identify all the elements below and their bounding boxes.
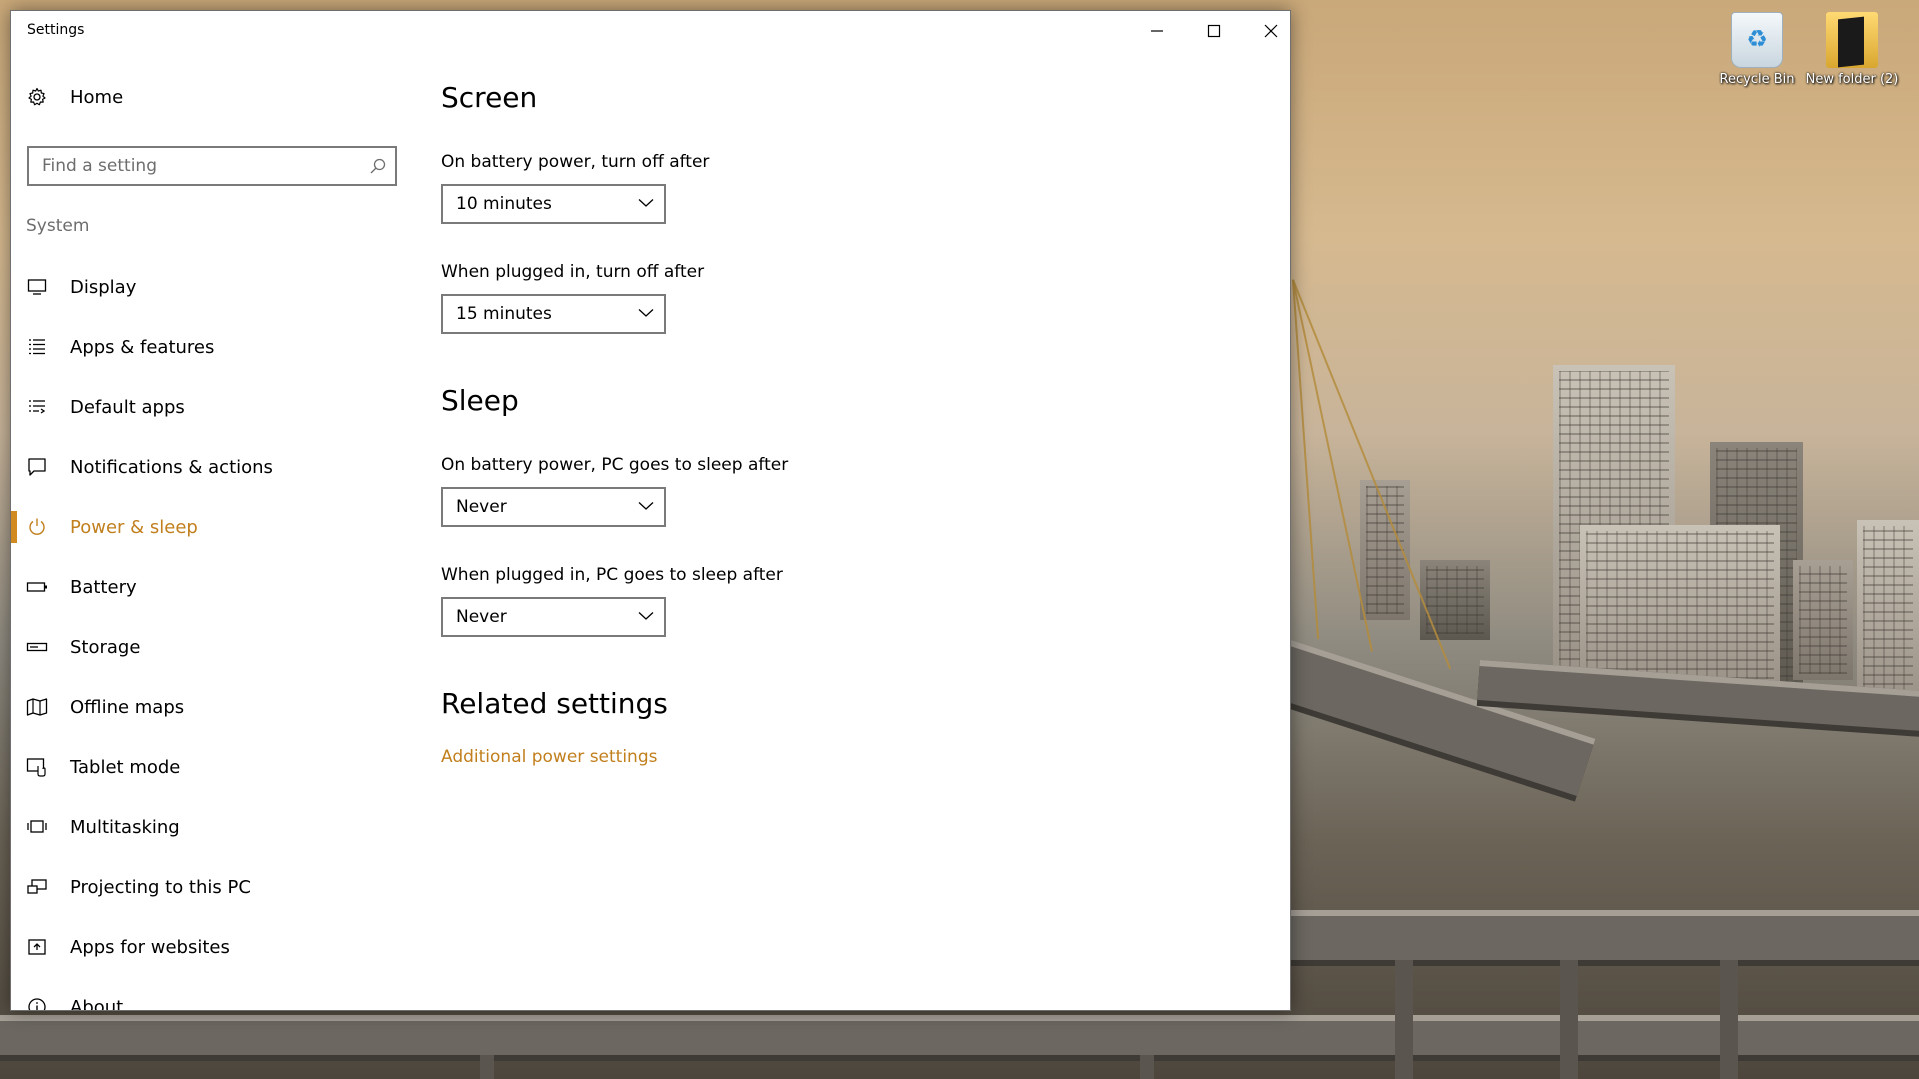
section-title-screen: Screen xyxy=(441,81,538,114)
sidebar-item-label: Display xyxy=(70,276,137,298)
dropdown-value: Never xyxy=(456,607,507,627)
sidebar-item-label: About xyxy=(70,996,124,1011)
sidebar-item-notifications[interactable]: Notifications & actions xyxy=(11,444,416,490)
sidebar-item-default-apps[interactable]: Default apps xyxy=(11,384,416,430)
desktop-icon-new-folder[interactable]: New folder (2) xyxy=(1804,12,1900,87)
wallpaper-pillar xyxy=(1140,1055,1154,1079)
default-apps-icon xyxy=(25,395,49,419)
screen-battery-label: On battery power, turn off after xyxy=(441,152,710,172)
wallpaper-pillar xyxy=(480,1055,494,1079)
section-title-sleep: Sleep xyxy=(441,384,519,417)
info-icon xyxy=(25,995,49,1010)
recycle-bin-icon xyxy=(1731,12,1783,68)
wallpaper-building xyxy=(1580,525,1780,685)
sidebar: Home System Display Apps & features Defa… xyxy=(11,51,416,1010)
sidebar-item-label: Multitasking xyxy=(70,816,180,838)
chevron-down-icon xyxy=(638,502,654,510)
wallpaper-building xyxy=(1793,560,1853,680)
sidebar-item-power-sleep[interactable]: Power & sleep xyxy=(11,504,416,550)
tablet-mode-icon xyxy=(25,755,49,779)
dropdown-value: 15 minutes xyxy=(456,304,552,324)
sidebar-item-about[interactable]: About xyxy=(11,984,416,1011)
screen-plugged-dropdown[interactable]: 15 minutes xyxy=(441,294,666,334)
storage-icon xyxy=(25,635,49,659)
search-box[interactable] xyxy=(27,146,397,186)
sidebar-item-battery[interactable]: Battery xyxy=(11,564,416,610)
sidebar-item-label: Storage xyxy=(70,636,141,658)
chevron-down-icon xyxy=(638,309,654,317)
sleep-battery-label: On battery power, PC goes to sleep after xyxy=(441,455,789,475)
wallpaper-highway xyxy=(1291,910,1919,960)
minimize-button[interactable] xyxy=(1129,11,1185,51)
wallpaper-highway xyxy=(0,1015,1919,1055)
sidebar-item-home[interactable]: Home xyxy=(11,77,416,117)
chevron-down-icon xyxy=(638,612,654,620)
sidebar-item-label: Apps for websites xyxy=(70,936,230,958)
sidebar-group-label: System xyxy=(26,216,90,236)
sidebar-item-apps-features[interactable]: Apps & features xyxy=(11,324,416,370)
wallpaper-pillar xyxy=(1720,960,1738,1079)
monitor-icon xyxy=(25,275,49,299)
settings-window: Settings Home System Display xyxy=(10,10,1291,1011)
sidebar-item-display[interactable]: Display xyxy=(11,264,416,310)
search-input[interactable] xyxy=(29,148,349,184)
sidebar-item-label: Home xyxy=(70,86,124,108)
close-icon xyxy=(1264,24,1278,38)
sidebar-item-multitasking[interactable]: Multitasking xyxy=(11,804,416,850)
wallpaper-building xyxy=(1420,560,1490,640)
window-title: Settings xyxy=(27,22,85,38)
sidebar-item-label: Power & sleep xyxy=(70,516,198,538)
apps-for-websites-icon xyxy=(25,935,49,959)
map-icon xyxy=(25,695,49,719)
search-icon[interactable] xyxy=(369,157,387,175)
folder-icon xyxy=(1826,12,1878,68)
additional-power-settings-link[interactable]: Additional power settings xyxy=(441,747,657,767)
screen-battery-dropdown[interactable]: 10 minutes xyxy=(441,184,666,224)
maximize-button[interactable] xyxy=(1186,11,1242,51)
sidebar-item-label: Tablet mode xyxy=(70,756,181,778)
dropdown-value: 10 minutes xyxy=(456,194,552,214)
dropdown-value: Never xyxy=(456,497,507,517)
sidebar-item-storage[interactable]: Storage xyxy=(11,624,416,670)
battery-icon xyxy=(25,575,49,599)
sidebar-item-apps-for-websites[interactable]: Apps for websites xyxy=(11,924,416,970)
main-content: Screen On battery power, turn off after … xyxy=(441,51,1290,1010)
close-button[interactable] xyxy=(1243,11,1290,51)
desktop-icon-recycle-bin[interactable]: Recycle Bin xyxy=(1709,12,1805,87)
wallpaper-pillar xyxy=(1395,960,1413,1079)
multitasking-icon xyxy=(25,815,49,839)
sleep-plugged-label: When plugged in, PC goes to sleep after xyxy=(441,565,783,585)
notification-icon xyxy=(25,455,49,479)
wallpaper-building xyxy=(1857,520,1919,700)
maximize-icon xyxy=(1207,24,1221,38)
sleep-plugged-dropdown[interactable]: Never xyxy=(441,597,666,637)
wallpaper-highway xyxy=(1272,640,1596,796)
section-title-related: Related settings xyxy=(441,687,668,720)
gear-icon xyxy=(25,85,49,109)
sidebar-item-projecting[interactable]: Projecting to this PC xyxy=(11,864,416,910)
screen-plugged-label: When plugged in, turn off after xyxy=(441,262,705,282)
sidebar-item-label: Default apps xyxy=(70,396,185,418)
wallpaper-pillar xyxy=(1560,960,1578,1079)
sidebar-item-label: Offline maps xyxy=(70,696,185,718)
sidebar-item-tablet-mode[interactable]: Tablet mode xyxy=(11,744,416,790)
sidebar-item-label: Notifications & actions xyxy=(70,456,273,478)
minimize-icon xyxy=(1151,30,1163,32)
sidebar-item-offline-maps[interactable]: Offline maps xyxy=(11,684,416,730)
sidebar-item-label: Apps & features xyxy=(70,336,215,358)
desktop-icon-label: New folder (2) xyxy=(1805,72,1899,87)
chevron-down-icon xyxy=(638,199,654,207)
sidebar-item-label: Battery xyxy=(70,576,137,598)
title-bar[interactable]: Settings xyxy=(11,11,1290,51)
projecting-icon xyxy=(25,875,49,899)
sleep-battery-dropdown[interactable]: Never xyxy=(441,487,666,527)
power-icon xyxy=(25,515,49,539)
desktop-icon-label: Recycle Bin xyxy=(1719,72,1795,87)
sidebar-item-label: Projecting to this PC xyxy=(70,876,251,898)
list-icon xyxy=(25,335,49,359)
